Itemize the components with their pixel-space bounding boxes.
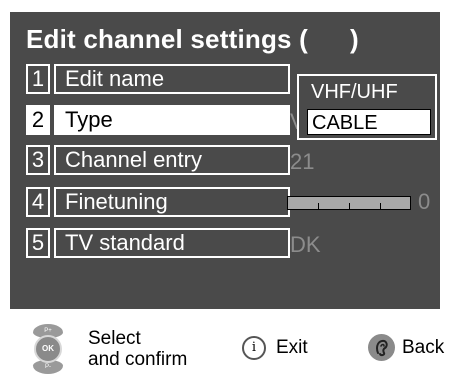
menu-item-label: Type (54, 105, 290, 135)
dropdown-option-cable[interactable]: CABLE (307, 109, 431, 135)
tv-menu-screen: Edit channel settings () 1 Edit name 2 T… (0, 0, 450, 377)
channel-entry-value: 21 (290, 149, 315, 174)
select-hint-line1: Select (88, 328, 141, 349)
slider-tick (349, 203, 350, 209)
tv-standard-value: DK (290, 232, 321, 257)
page-title-close: ) (349, 24, 359, 54)
back-hint: Back (402, 337, 445, 358)
type-dropdown[interactable]: VHF/UHF CABLE (297, 74, 437, 140)
info-icon: i (242, 336, 266, 360)
exit-hint: Exit (276, 337, 308, 358)
page-title-text: Edit channel settings ( (26, 24, 308, 54)
joystick-icon: P+ P- OK (28, 324, 68, 374)
page-title: Edit channel settings () (26, 24, 359, 55)
menu-item-label: Channel entry (54, 145, 290, 175)
select-hint-line2: and confirm (88, 349, 188, 370)
menu-item-label: TV standard (54, 228, 290, 258)
finetuning-value: 0 (418, 189, 431, 214)
menu-item-number: 4 (26, 187, 50, 217)
dropdown-option-vhf-uhf[interactable]: VHF/UHF (307, 79, 431, 105)
ok-button-icon: OK (34, 335, 62, 363)
menu-item-label: Finetuning (54, 187, 290, 217)
finetuning-slider[interactable] (287, 196, 411, 210)
slider-tick (318, 203, 319, 209)
back-button-icon (368, 334, 395, 361)
ear-icon (376, 339, 388, 357)
menu-item-number: 3 (26, 145, 50, 175)
menu-item-number: 2 (26, 105, 50, 135)
slider-tick (380, 203, 381, 209)
menu-item-label: Edit name (54, 64, 290, 94)
menu-item-number: 1 (26, 64, 50, 94)
menu-item-number: 5 (26, 228, 50, 258)
